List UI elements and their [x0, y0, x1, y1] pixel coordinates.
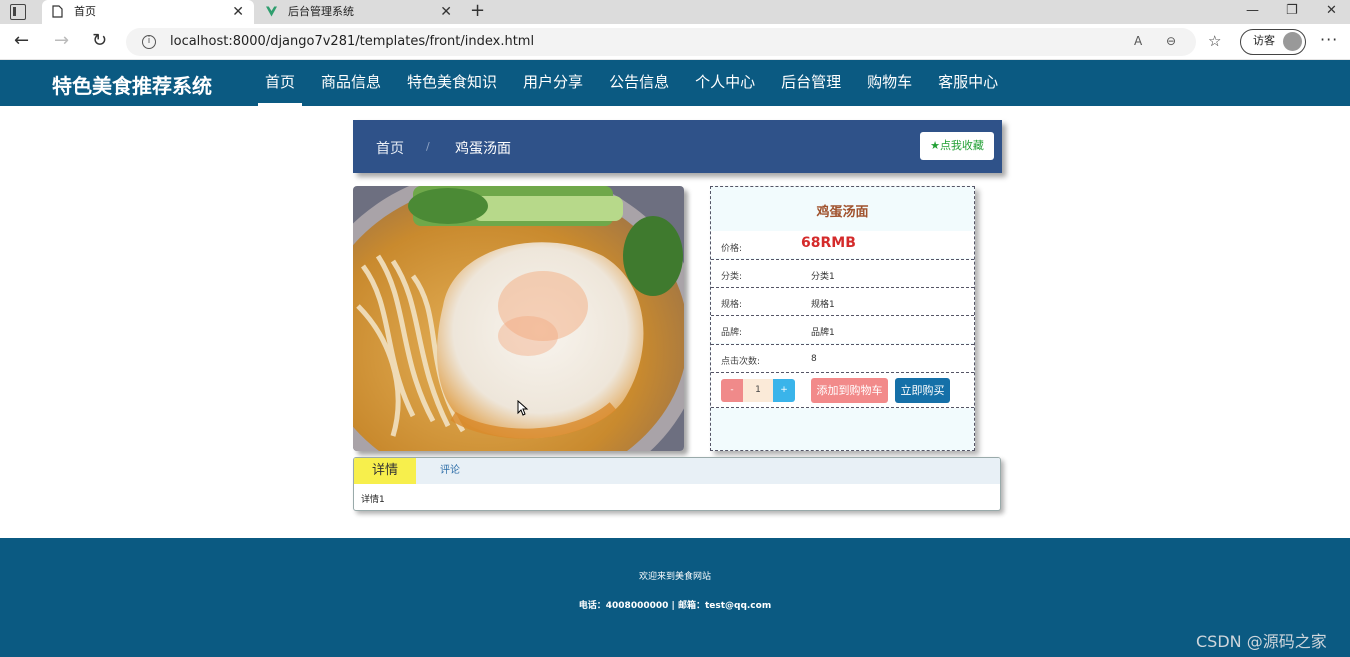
- nav-menu: 首页 商品信息 特色美食知识 用户分享 公告信息 个人中心 后台管理 购物车 客…: [252, 60, 1011, 106]
- spec-label: 规格:: [721, 300, 743, 310]
- category-row: 分类: 分类1: [711, 259, 974, 287]
- price-label: 价格:: [721, 244, 743, 254]
- tab-review[interactable]: 评论: [440, 458, 460, 484]
- browser-tab-home[interactable]: 首页 ✕: [42, 0, 254, 24]
- restore-button[interactable]: ❐: [1286, 0, 1298, 22]
- breadcrumb: 首页 / 鸡蛋汤面 ★点我收藏: [353, 120, 1002, 173]
- clicks-row: 点击次数: 8: [711, 344, 974, 372]
- quantity-decrease-button[interactable]: -: [721, 379, 743, 402]
- purchase-actions: - 1 + 添加到购物车 立即购买: [711, 372, 974, 408]
- profile-button[interactable]: 访客: [1240, 29, 1306, 55]
- price-value: 68RMB: [801, 235, 856, 251]
- favorite-label: 点我收藏: [939, 139, 984, 152]
- nav-item-user-share[interactable]: 用户分享: [510, 60, 596, 106]
- quantity-input[interactable]: 1: [743, 379, 773, 402]
- back-arrow-icon[interactable]: ←: [14, 30, 29, 52]
- brand-label: 品牌:: [721, 328, 743, 338]
- add-to-cart-button[interactable]: 添加到购物车: [811, 378, 888, 403]
- nav-item-home[interactable]: 首页: [252, 60, 308, 106]
- site-footer: 欢迎来到美食网站 电话：4008000000 | 邮箱：test@qq.com …: [0, 538, 1350, 657]
- mouse-cursor-icon: [517, 400, 529, 416]
- browser-tab-admin[interactable]: 后台管理系统 ✕: [256, 0, 462, 24]
- nav-item-cart[interactable]: 购物车: [854, 60, 925, 106]
- product-title: 鸡蛋汤面: [816, 205, 869, 220]
- category-label: 分类:: [721, 272, 743, 282]
- clicks-value: 8: [811, 354, 817, 364]
- tab-close-icon[interactable]: ✕: [440, 0, 452, 24]
- profile-label: 访客: [1253, 34, 1275, 47]
- quantity-increase-button[interactable]: +: [773, 379, 795, 402]
- more-menu-icon[interactable]: ···: [1320, 30, 1338, 49]
- footer-contact: 电话：4008000000 | 邮箱：test@qq.com: [578, 601, 772, 611]
- footer-welcome: 欢迎来到美食网站: [638, 572, 711, 582]
- forward-arrow-icon[interactable]: →: [54, 30, 69, 52]
- star-icon: ★: [930, 139, 940, 152]
- product-info-panel: 鸡蛋汤面 价格: 68RMB 分类: 分类1 规格: 规格1 品牌: 品牌1 点…: [710, 186, 975, 451]
- spec-row: 规格: 规格1: [711, 287, 974, 315]
- tab-actions-icon[interactable]: [10, 4, 26, 20]
- nav-item-admin[interactable]: 后台管理: [768, 60, 854, 106]
- new-tab-button[interactable]: +: [470, 0, 485, 22]
- price-row: 价格: 68RMB: [711, 231, 974, 258]
- nav-item-food-knowledge[interactable]: 特色美食知识: [394, 60, 510, 106]
- category-value: 分类1: [811, 272, 835, 282]
- spec-value: 规格1: [811, 300, 835, 310]
- tab-detail[interactable]: 详情: [354, 458, 416, 484]
- window-close-button[interactable]: ✕: [1326, 0, 1337, 22]
- detail-tabs: 详情 评论 详情1: [353, 457, 1001, 511]
- avatar-icon: [1283, 32, 1302, 51]
- address-bar: ← → ↻ i localhost:8000/django7v281/templ…: [0, 24, 1350, 60]
- breadcrumb-home-link[interactable]: 首页: [376, 138, 404, 158]
- minimize-button[interactable]: —: [1246, 0, 1259, 22]
- breadcrumb-separator: /: [426, 140, 430, 153]
- nav-item-announcements[interactable]: 公告信息: [596, 60, 682, 106]
- page-icon: [52, 5, 63, 18]
- url-text[interactable]: localhost:8000/django7v281/templates/fro…: [170, 34, 534, 49]
- breadcrumb-current: 鸡蛋汤面: [455, 141, 511, 157]
- brand-row: 品牌: 品牌1: [711, 315, 974, 343]
- clicks-label: 点击次数:: [721, 357, 761, 367]
- site-logo[interactable]: 特色美食推荐系统: [52, 70, 212, 99]
- tabs-header: 详情 评论: [354, 458, 1000, 484]
- buy-now-button[interactable]: 立即购买: [895, 378, 950, 403]
- zoom-icon[interactable]: ⊖: [1166, 34, 1176, 48]
- brand-value: 品牌1: [811, 328, 835, 338]
- tab-close-icon[interactable]: ✕: [232, 0, 244, 24]
- nav-item-support[interactable]: 客服中心: [925, 60, 1011, 106]
- favorites-icon[interactable]: ☆: [1208, 30, 1221, 52]
- vue-logo-icon: [266, 6, 277, 17]
- reload-icon[interactable]: ↻: [92, 30, 107, 52]
- url-field[interactable]: i localhost:8000/django7v281/templates/f…: [126, 28, 1196, 56]
- tab-title: 首页: [74, 5, 96, 18]
- nav-item-products[interactable]: 商品信息: [308, 60, 394, 106]
- site-info-icon[interactable]: i: [142, 35, 156, 49]
- site-navbar: 特色美食推荐系统 首页 商品信息 特色美食知识 用户分享 公告信息 个人中心 后…: [0, 60, 1350, 106]
- read-aloud-icon[interactable]: A: [1134, 34, 1142, 48]
- favorite-button[interactable]: ★点我收藏: [920, 132, 994, 160]
- tab-content: 详情1: [361, 495, 385, 505]
- tab-title: 后台管理系统: [288, 5, 354, 18]
- watermark: CSDN @源码之家: [1196, 632, 1327, 651]
- nav-item-profile[interactable]: 个人中心: [682, 60, 768, 106]
- browser-tab-bar: 首页 ✕ 后台管理系统 ✕ + — ❐ ✕: [0, 0, 1350, 24]
